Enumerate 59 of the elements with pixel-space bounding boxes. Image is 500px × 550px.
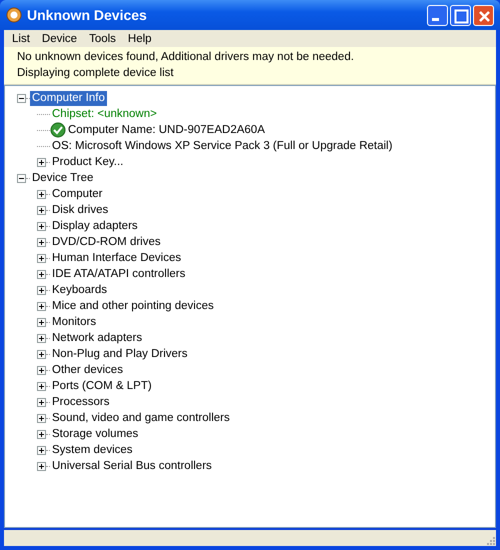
expander-icon[interactable]: [37, 446, 46, 454]
expander-icon[interactable]: [17, 94, 26, 102]
expander-icon[interactable]: [37, 222, 46, 230]
tree-item[interactable]: Computer: [50, 186, 104, 202]
tree-item[interactable]: DVD/CD-ROM drives: [50, 234, 163, 250]
tree-item[interactable]: Storage volumes: [50, 426, 140, 442]
resize-grip-icon[interactable]: [486, 536, 496, 546]
close-button[interactable]: [473, 4, 494, 26]
expander-icon[interactable]: [37, 254, 46, 262]
expander-icon[interactable]: [37, 318, 46, 326]
expander-icon[interactable]: [37, 350, 46, 358]
tree-item[interactable]: Mice and other pointing devices: [50, 298, 216, 314]
minimize-icon: [432, 18, 439, 20]
expander-icon[interactable]: [37, 238, 46, 246]
menu-item[interactable]: Help: [122, 32, 158, 44]
tree-item[interactable]: Computer Name: UND-907EAD2A60A: [66, 122, 267, 138]
expander-icon[interactable]: [37, 366, 46, 374]
menu-item[interactable]: Device: [36, 32, 84, 44]
tree-item[interactable]: Non-Plug and Play Drivers: [50, 346, 190, 362]
expander-icon[interactable]: [37, 286, 46, 294]
tree-item[interactable]: Chipset: <unknown>: [50, 106, 159, 122]
tree-item[interactable]: Keyboards: [50, 282, 109, 298]
tree-item[interactable]: Disk drives: [50, 202, 110, 218]
tree-item[interactable]: Human Interface Devices: [50, 250, 184, 266]
tree-item[interactable]: Display adapters: [50, 218, 140, 234]
tree-item[interactable]: IDE ATA/ATAPI controllers: [50, 266, 188, 282]
tree-item[interactable]: OS: Microsoft Windows XP Service Pack 3 (Full or Upgrade Retail): [50, 138, 394, 154]
info-text: No unknown devices found, Additional drivers may not be needed.: [17, 50, 355, 65]
maximize-button[interactable]: [450, 4, 471, 26]
expander-icon[interactable]: [37, 430, 46, 438]
menu-item[interactable]: Tools: [83, 32, 122, 44]
app-icon: [6, 7, 22, 23]
tree-item[interactable]: Monitors: [50, 314, 98, 330]
info-text: Displaying complete device list: [17, 66, 175, 81]
tree-item[interactable]: Computer Info: [30, 90, 107, 106]
expander-icon[interactable]: [37, 190, 46, 198]
menu-item[interactable]: List: [6, 32, 36, 44]
expander-icon[interactable]: [37, 270, 46, 278]
tree-item[interactable]: Universal Serial Bus controllers: [50, 458, 214, 474]
expander-icon[interactable]: [37, 414, 46, 422]
checkmark-icon: [50, 122, 66, 138]
tree-item[interactable]: Device Tree: [30, 170, 96, 186]
expander-icon[interactable]: [37, 302, 46, 310]
expander-icon[interactable]: [37, 334, 46, 342]
expander-icon[interactable]: [37, 206, 46, 214]
window-title: Unknown Devices: [27, 7, 148, 23]
tree-item[interactable]: Sound, video and game controllers: [50, 410, 232, 426]
expander-icon[interactable]: [37, 462, 46, 470]
tree-item[interactable]: System devices: [50, 442, 135, 458]
minimize-button[interactable]: [427, 4, 448, 26]
expander-icon[interactable]: [37, 158, 46, 166]
expander-icon[interactable]: [37, 382, 46, 390]
tree-item[interactable]: Processors: [50, 394, 112, 410]
tree-item[interactable]: Other devices: [50, 362, 125, 378]
expander-icon[interactable]: [37, 398, 46, 406]
expander-icon[interactable]: [17, 174, 26, 182]
tree-item[interactable]: Ports (COM & LPT): [50, 378, 154, 394]
tree-item[interactable]: Network adapters: [50, 330, 144, 346]
tree-item[interactable]: Product Key...: [50, 154, 126, 170]
